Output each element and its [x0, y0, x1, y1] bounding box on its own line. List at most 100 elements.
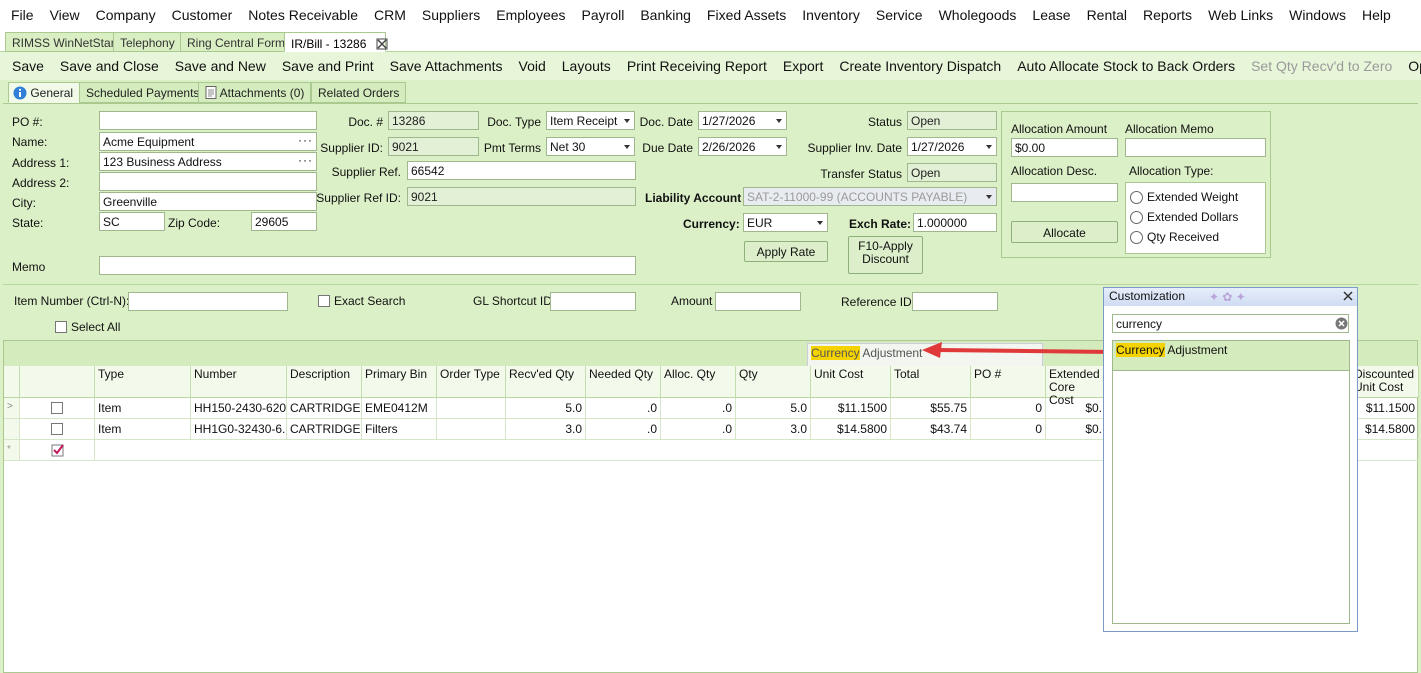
- apply-rate-button[interactable]: Apply Rate: [744, 241, 828, 262]
- column-description[interactable]: Description: [287, 366, 362, 398]
- liability-account-select[interactable]: SAT-2-11000-99 (ACCOUNTS PAYABLE): [743, 187, 997, 206]
- menu-reports[interactable]: Reports: [1135, 7, 1200, 23]
- menu-employees[interactable]: Employees: [488, 7, 573, 23]
- menu-rental[interactable]: Rental: [1079, 7, 1135, 23]
- row-checkbox[interactable]: [51, 423, 63, 435]
- cell-recved-qty[interactable]: 3.0: [506, 419, 586, 440]
- name-lookup-button[interactable]: ···: [298, 133, 313, 147]
- menu-wholegoods[interactable]: Wholegoods: [931, 7, 1025, 23]
- menu-payroll[interactable]: Payroll: [574, 7, 633, 23]
- menu-crm[interactable]: CRM: [366, 7, 414, 23]
- cell-bin[interactable]: Filters: [362, 419, 437, 440]
- save-and-close-button[interactable]: Save and Close: [52, 58, 167, 74]
- column-number[interactable]: Number: [191, 366, 287, 398]
- column-unit-cost[interactable]: Unit Cost: [811, 366, 891, 398]
- select-all-checkbox[interactable]: [55, 321, 67, 333]
- set-qty-zero-button[interactable]: Set Qty Recv'd to Zero: [1243, 58, 1400, 74]
- reference-id-field[interactable]: [912, 292, 998, 311]
- menu-service[interactable]: Service: [868, 7, 931, 23]
- customization-search-input[interactable]: currency: [1112, 314, 1349, 333]
- auto-allocate-button[interactable]: Auto Allocate Stock to Back Orders: [1009, 58, 1243, 74]
- cell-description[interactable]: CARTRIDGE...: [287, 398, 362, 419]
- column-extended-core-cost[interactable]: Extended Core Cost: [1046, 366, 1106, 407]
- column-total[interactable]: Total: [891, 366, 971, 398]
- menu-customer[interactable]: Customer: [164, 7, 241, 23]
- address1-field[interactable]: 123 Business Address ···: [99, 152, 317, 171]
- gl-shortcut-field[interactable]: [550, 292, 636, 311]
- cell-core-cost[interactable]: $0.: [1046, 419, 1106, 440]
- allocate-button[interactable]: Allocate: [1011, 221, 1118, 243]
- cell-alloc-qty[interactable]: .0: [661, 398, 736, 419]
- supplier-inv-date-field[interactable]: 1/27/2026: [907, 137, 997, 156]
- item-number-field[interactable]: [128, 292, 288, 311]
- menu-inventory[interactable]: Inventory: [794, 7, 868, 23]
- cell-type[interactable]: Item: [95, 398, 191, 419]
- menu-file[interactable]: File: [3, 7, 42, 23]
- zip-field[interactable]: 29605: [251, 212, 317, 231]
- currency-select[interactable]: EUR: [743, 213, 828, 232]
- apply-discount-button[interactable]: F10-Apply Discount: [848, 236, 923, 274]
- tab-telephony[interactable]: Telephony: [113, 32, 182, 52]
- tab-rimss[interactable]: RIMSS WinNetStar: [5, 32, 122, 52]
- doc-date-field[interactable]: 1/27/2026: [698, 111, 787, 130]
- cell-unit-cost[interactable]: $14.5800: [811, 419, 891, 440]
- cell-po[interactable]: 0: [971, 398, 1046, 419]
- radio-extended-weight[interactable]: [1130, 191, 1143, 204]
- menu-view[interactable]: View: [42, 7, 88, 23]
- cell-unit-cost[interactable]: $11.1500: [811, 398, 891, 419]
- radio-extended-dollars[interactable]: [1130, 211, 1143, 224]
- close-icon[interactable]: [376, 38, 388, 50]
- print-receiving-report-button[interactable]: Print Receiving Report: [619, 58, 775, 74]
- save-attachments-button[interactable]: Save Attachments: [382, 58, 511, 74]
- customization-result-item[interactable]: Currency Adjustment: [1113, 341, 1349, 371]
- cell-alloc-qty[interactable]: .0: [661, 419, 736, 440]
- allocation-desc-field[interactable]: [1011, 183, 1118, 202]
- state-field[interactable]: SC: [99, 212, 165, 231]
- cell-qty[interactable]: 5.0: [736, 398, 811, 419]
- close-icon[interactable]: [1343, 291, 1353, 301]
- allocation-memo-field[interactable]: [1125, 138, 1266, 157]
- cell-order-type[interactable]: [437, 398, 506, 419]
- pmt-terms-select[interactable]: Net 30: [546, 137, 635, 156]
- cell-qty[interactable]: 3.0: [736, 419, 811, 440]
- row-checkbox[interactable]: [51, 402, 63, 414]
- export-button[interactable]: Export: [775, 58, 831, 74]
- column-order-type[interactable]: Order Type: [437, 366, 506, 398]
- allocation-amount-field[interactable]: $0.00: [1011, 138, 1118, 157]
- menu-banking[interactable]: Banking: [632, 7, 699, 23]
- name-field[interactable]: Acme Equipment ···: [99, 132, 317, 151]
- tab-scheduled-payments[interactable]: Scheduled Payments: [79, 82, 207, 103]
- exch-rate-field[interactable]: 1.000000: [913, 213, 997, 232]
- cell-total[interactable]: $43.74: [891, 419, 971, 440]
- column-alloc-qty[interactable]: Alloc. Qty: [661, 366, 736, 398]
- column-qty[interactable]: Qty: [736, 366, 811, 398]
- exact-search-checkbox[interactable]: [318, 295, 330, 307]
- cell-order-type[interactable]: [437, 419, 506, 440]
- menu-windows[interactable]: Windows: [1281, 7, 1354, 23]
- menu-suppliers[interactable]: Suppliers: [414, 7, 488, 23]
- cell-number[interactable]: HH1G0-32430-6...: [191, 419, 287, 440]
- cell-total[interactable]: $55.75: [891, 398, 971, 419]
- menu-notes-receivable[interactable]: Notes Receivable: [240, 7, 366, 23]
- create-inventory-dispatch-button[interactable]: Create Inventory Dispatch: [831, 58, 1009, 74]
- cell-description[interactable]: CARTRIDGE...: [287, 419, 362, 440]
- menu-lease[interactable]: Lease: [1024, 7, 1078, 23]
- tab-attachments[interactable]: Attachments (0): [198, 82, 312, 103]
- doc-type-select[interactable]: Item Receipt: [546, 111, 635, 130]
- column-primary-bin[interactable]: Primary Bin: [362, 366, 437, 398]
- menu-fixed-assets[interactable]: Fixed Assets: [699, 7, 794, 23]
- cell-po[interactable]: 0: [971, 419, 1046, 440]
- cell-recved-qty[interactable]: 5.0: [506, 398, 586, 419]
- save-button[interactable]: Save: [4, 58, 52, 74]
- column-po[interactable]: PO #: [971, 366, 1046, 398]
- radio-qty-received[interactable]: [1130, 231, 1143, 244]
- cell-needed-qty[interactable]: .0: [586, 398, 661, 419]
- options-button[interactable]: Options: [1400, 58, 1421, 74]
- column-type[interactable]: Type: [95, 366, 191, 398]
- menu-web-links[interactable]: Web Links: [1200, 7, 1281, 23]
- cell-number[interactable]: HH150-2430-620: [191, 398, 287, 419]
- cell-needed-qty[interactable]: .0: [586, 419, 661, 440]
- tab-ring-central[interactable]: Ring Central Form: [180, 32, 293, 52]
- supplier-ref-field[interactable]: 66542: [407, 161, 636, 180]
- cell-core-cost[interactable]: $0.: [1046, 398, 1106, 419]
